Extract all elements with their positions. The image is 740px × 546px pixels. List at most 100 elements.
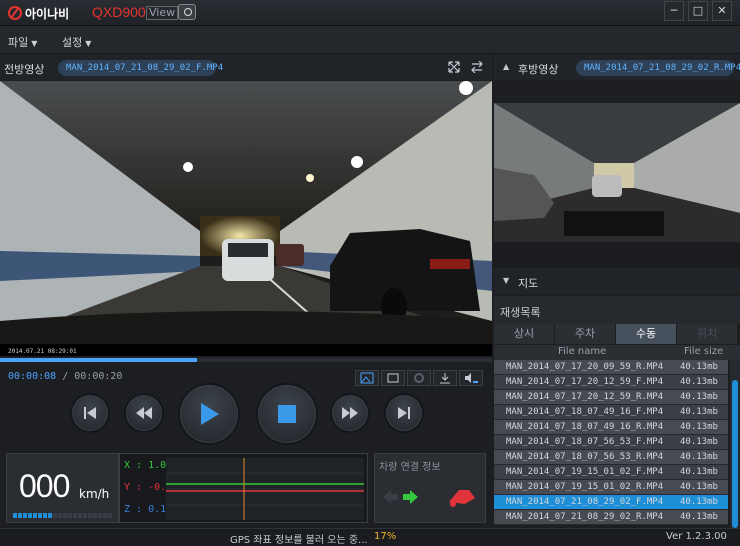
file-size: 40.13mb [680, 437, 718, 447]
product-suffix: View [146, 6, 179, 20]
file-size: 40.13mb [680, 482, 718, 492]
skip-back-icon [84, 407, 96, 419]
file-row[interactable]: MAN_2014_07_19_15_01_02_R.MP4 40.13mb [494, 480, 728, 495]
menu-settings[interactable]: 설정 ▼ [62, 34, 91, 50]
speed-unit: km/h [79, 487, 110, 501]
collapse-icon[interactable]: ▲ [503, 62, 509, 71]
file-row[interactable]: MAN_2014_07_18_07_49_16_R.MP4 40.13mb [494, 420, 728, 435]
speed-value: 000 [19, 468, 70, 504]
file-name: MAN_2014_07_19_15_01_02_F.MP4 [506, 467, 664, 477]
speed-tick [98, 513, 102, 518]
time-separator: / [62, 371, 69, 382]
playlist-header: 재생목록 [494, 296, 740, 324]
x-axis-label: X : 1.00 [124, 460, 173, 471]
file-row[interactable]: MAN_2014_07_21_08_29_02_R.MP4 40.13mb [494, 510, 728, 525]
close-button[interactable]: ✕ [712, 1, 732, 21]
speed-tick [88, 513, 92, 518]
speed-tick [18, 513, 22, 518]
tab-0[interactable]: 상시 [494, 324, 555, 344]
menu-file-label: 파일 [8, 36, 29, 49]
next-file-button[interactable] [384, 393, 424, 433]
capture-button[interactable] [355, 370, 379, 386]
file-row[interactable]: MAN_2014_07_19_15_01_02_F.MP4 40.13mb [494, 465, 728, 480]
time-readout: 00:00:08 / 00:00:20 [8, 371, 122, 382]
fast-forward-button[interactable] [330, 393, 370, 433]
speed-tick [83, 513, 87, 518]
menu-settings-label: 설정 [62, 36, 83, 49]
file-row[interactable]: MAN_2014_07_18_07_49_16_F.MP4 40.13mb [494, 405, 728, 420]
rewind-button[interactable] [124, 393, 164, 433]
speed-tick [68, 513, 72, 518]
file-size: 40.13mb [680, 497, 718, 507]
list-scrollbar[interactable] [730, 360, 740, 528]
rear-filename: MAN_2014_07_21_08_29_02_R.MP4 [576, 60, 740, 76]
file-row[interactable]: MAN_2014_07_17_20_09_59_R.MP4 40.13mb [494, 360, 728, 375]
stop-button[interactable] [256, 383, 318, 445]
file-row[interactable]: MAN_2014_07_18_07_56_53_R.MP4 40.13mb [494, 450, 728, 465]
collapse-down-icon[interactable]: ▼ [503, 276, 509, 285]
file-name: MAN_2014_07_17_20_12_59_F.MP4 [506, 377, 664, 387]
file-name: MAN_2014_07_21_08_29_02_R.MP4 [506, 512, 664, 522]
map-header: ▼ 지도 [494, 268, 740, 294]
file-row[interactable]: MAN_2014_07_17_20_12_59_F.MP4 40.13mb [494, 375, 728, 390]
file-size: 40.13mb [680, 512, 718, 522]
speed-tick [93, 513, 97, 518]
volume-icon [465, 373, 478, 383]
speed-tick [38, 513, 42, 518]
video-timestamp: 2014.07.21 08:29:01 [8, 348, 77, 355]
rewind-icon [136, 407, 152, 419]
status-bar: GPS 좌표 정보를 불러 오는 중... 17% Ver 1.2.3.00 [0, 528, 740, 546]
file-size: 40.13mb [680, 422, 718, 432]
rear-video[interactable] [494, 103, 740, 242]
front-video-frame: 2014.07.21 08:29:01 [0, 81, 492, 356]
rear-video-label: 후방영상 [518, 63, 559, 76]
file-name: MAN_2014_07_18_07_49_16_R.MP4 [506, 422, 664, 432]
tab-3[interactable]: 위치 [677, 324, 738, 344]
skip-forward-icon [398, 407, 410, 419]
brake-icon [449, 490, 475, 507]
file-row[interactable]: MAN_2014_07_17_20_12_59_R.MP4 40.13mb [494, 390, 728, 405]
file-name: MAN_2014_07_17_20_12_59_R.MP4 [506, 392, 664, 402]
volume-button[interactable] [459, 370, 483, 386]
file-name: MAN_2014_07_19_15_01_02_R.MP4 [506, 482, 664, 492]
stop-icon [278, 405, 296, 423]
brand-name: 아이나비 [25, 6, 70, 21]
map-label: 지도 [518, 277, 539, 290]
g-sensor-graph [166, 458, 364, 520]
rear-video-frame [494, 103, 740, 242]
speed-tick [63, 513, 67, 518]
tab-2[interactable]: 수동 [616, 324, 677, 344]
front-filename: MAN_2014_07_21_08_29_02_F.MP4 [58, 60, 223, 76]
app-logo: 아이나비 [8, 5, 69, 21]
speed-tick [73, 513, 77, 518]
scrollbar-thumb[interactable] [732, 380, 738, 528]
speed-tick [28, 513, 32, 518]
app-version: Ver 1.2.3.00 [666, 531, 727, 542]
product-name: QXD900 [92, 4, 146, 20]
col-file-name: File name [558, 346, 607, 357]
swap-icon[interactable] [471, 61, 483, 73]
play-button[interactable] [178, 383, 240, 445]
previous-file-button[interactable] [70, 393, 110, 433]
menu-file[interactable]: 파일 ▼ [8, 34, 37, 50]
maximize-button[interactable]: □ [688, 1, 708, 21]
maximize-icon: □ [692, 4, 704, 17]
front-video[interactable]: 2014.07.21 08:29:01 [0, 81, 492, 356]
file-row[interactable]: MAN_2014_07_21_08_29_02_F.MP4 40.13mb [494, 495, 728, 510]
status-percent: 17% [374, 531, 397, 542]
minimize-button[interactable]: ─ [664, 1, 684, 21]
settings-button[interactable] [407, 370, 431, 386]
camera-icon[interactable] [178, 4, 196, 20]
window-icon [387, 373, 399, 383]
expand-icon[interactable] [448, 61, 460, 73]
chevron-down-icon: ▼ [85, 39, 92, 48]
file-row[interactable]: MAN_2014_07_18_07_56_53_F.MP4 40.13mb [494, 435, 728, 450]
file-size: 40.13mb [680, 452, 718, 462]
speed-tick [48, 513, 52, 518]
total-time: 00:00:20 [74, 371, 123, 382]
file-list: MAN_2014_07_17_20_09_59_R.MP4 40.13mb MAN_… [494, 360, 728, 530]
fullscreen-button[interactable] [381, 370, 405, 386]
download-button[interactable] [433, 370, 457, 386]
seek-bar[interactable] [0, 358, 492, 362]
tab-1[interactable]: 주차 [555, 324, 616, 344]
